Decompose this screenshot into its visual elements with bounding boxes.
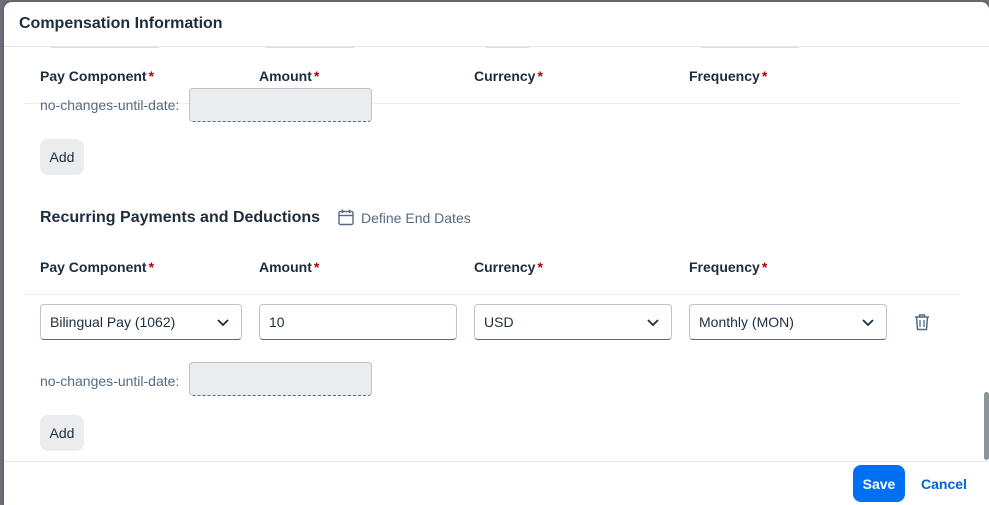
- chevron-down-icon: [647, 319, 659, 327]
- save-button[interactable]: Save: [853, 465, 905, 502]
- trash-icon[interactable]: [913, 313, 931, 331]
- add-button[interactable]: Add: [40, 139, 84, 175]
- frequency-select[interactable]: Monthly (MON): [689, 304, 887, 340]
- calendar-icon: [338, 209, 354, 226]
- chevron-down-icon: [862, 319, 874, 327]
- header-pay-component: Pay Component *: [40, 68, 155, 84]
- recurring-header-currency: Currency *: [474, 259, 543, 275]
- header-frequency: Frequency *: [689, 68, 768, 84]
- amount-input[interactable]: 10: [259, 304, 457, 340]
- currency-select[interactable]: USD: [474, 304, 672, 340]
- recurring-no-changes-until-date-input[interactable]: [189, 362, 372, 396]
- frequency-value: Monthly (MON): [699, 314, 794, 330]
- currency-value: USD: [484, 314, 514, 330]
- dialog-title: Compensation Information: [19, 15, 223, 32]
- define-end-dates-label: Define End Dates: [361, 209, 471, 226]
- cancel-button[interactable]: Cancel: [914, 465, 974, 502]
- recurring-header-separator: [24, 294, 960, 295]
- recurring-add-button[interactable]: Add: [40, 415, 84, 451]
- dialog-header: Compensation Information: [4, 2, 989, 47]
- recurring-header-amount: Amount *: [259, 259, 320, 275]
- header-currency: Currency *: [474, 68, 543, 84]
- scrolled-row-remnant: [40, 47, 949, 50]
- no-changes-until-date-input[interactable]: [189, 88, 372, 122]
- scrollbar-thumb[interactable]: [984, 392, 989, 460]
- recurring-section-title: Recurring Payments and Deductions: [40, 209, 321, 226]
- chevron-down-icon: [217, 319, 229, 327]
- dialog-content[interactable]: Pay Component * Amount * Currency * Frequen…: [4, 47, 989, 462]
- recurring-header-frequency: Frequency *: [689, 259, 768, 275]
- compensation-dialog: Compensation Information Pay Component * …: [4, 2, 989, 505]
- pay-component-select[interactable]: Bilingual Pay (1062): [40, 304, 242, 340]
- recurring-no-changes-until-date-label: no-changes-until-date:: [40, 373, 180, 389]
- no-changes-until-date-label: no-changes-until-date:: [40, 97, 180, 113]
- header-amount: Amount *: [259, 68, 320, 84]
- pay-component-value: Bilingual Pay (1062): [50, 314, 176, 330]
- define-end-dates-link[interactable]: Define End Dates: [338, 209, 471, 226]
- amount-value: 10: [269, 314, 285, 330]
- recurring-header-pay-component: Pay Component *: [40, 259, 155, 275]
- dialog-footer: Save Cancel: [4, 461, 989, 505]
